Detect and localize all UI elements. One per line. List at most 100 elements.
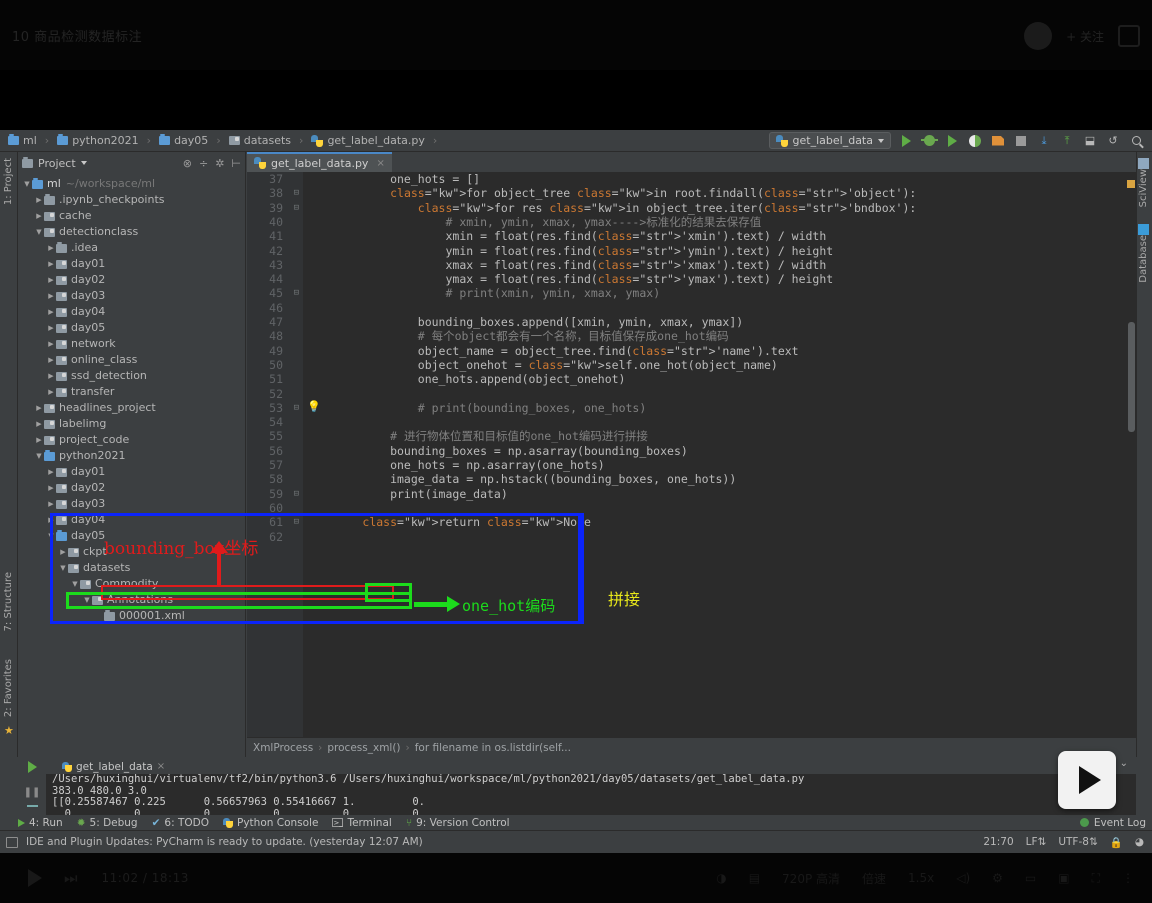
- tree-item-day04[interactable]: ▶ day04: [18, 304, 245, 320]
- speed-selector[interactable]: 倍速: [862, 870, 886, 887]
- tree-item-day05[interactable]: ▶ day05: [18, 320, 245, 336]
- tool-window-favorites[interactable]: 2: Favorites: [3, 659, 14, 717]
- notification-icon[interactable]: [6, 836, 18, 848]
- tree-item-annotations[interactable]: ▼ Annotations: [18, 592, 245, 608]
- more-icon[interactable]: ⋮: [1122, 871, 1134, 885]
- speed-value[interactable]: 1.5x: [908, 871, 934, 885]
- chevron-right-icon[interactable]: ▶: [46, 352, 56, 368]
- run-console-output[interactable]: /Users/huxinghui/virtualenv/tf2/bin/pyth…: [46, 774, 1136, 817]
- tree-item-online-class[interactable]: ▶ online_class: [18, 352, 245, 368]
- tree-item-000001-xml[interactable]: 000001.xml: [18, 608, 245, 624]
- danmaku-settings-icon[interactable]: ▤: [749, 871, 760, 885]
- chevron-right-icon[interactable]: ▶: [34, 192, 44, 208]
- run-dataflow-icon[interactable]: [990, 133, 1006, 149]
- web-fullscreen-icon[interactable]: ▣: [1058, 871, 1069, 885]
- tree-item-ssd-detection[interactable]: ▶ ssd_detection: [18, 368, 245, 384]
- chevron-down-icon[interactable]: ▼: [58, 560, 68, 576]
- status-item-todo[interactable]: ✔ 6: TODO: [152, 817, 209, 829]
- status-item-debug[interactable]: ✹ 5: Debug: [77, 817, 138, 829]
- code-text[interactable]: one_hots = [] class="kw">for object_tree…: [303, 172, 1136, 737]
- breadcrumb-item-day05[interactable]: day05 ›: [157, 134, 227, 147]
- tree-item-labelimg[interactable]: ▶ labelimg: [18, 416, 245, 432]
- chevron-right-icon[interactable]: ▶: [46, 480, 56, 496]
- video-play-overlay-button[interactable]: [1058, 751, 1116, 809]
- chevron-right-icon[interactable]: ▶: [34, 400, 44, 416]
- chevron-right-icon[interactable]: ▶: [46, 256, 56, 272]
- chevron-down-icon[interactable]: ▼: [34, 224, 44, 240]
- avatar[interactable]: [1024, 22, 1053, 50]
- tree-item-transfer[interactable]: ▶ transfer: [18, 384, 245, 400]
- settings-gear-icon[interactable]: ✲: [215, 157, 224, 170]
- chevron-down-icon[interactable]: ▼: [22, 176, 32, 192]
- encoding[interactable]: UTF-8⇅: [1058, 836, 1097, 848]
- status-item-python-console[interactable]: Python Console: [223, 817, 318, 829]
- code-fold-icon[interactable]: ⊟: [294, 286, 299, 300]
- tree-item-detectionclass[interactable]: ▼ detectionclass: [18, 224, 245, 240]
- code-viewport[interactable]: 37 38 ⊟ 39 ⊟ 40 41 42 43 44 45 ⊟ 46 47 48 49 50 51 52 53 ⊟ 54…: [247, 172, 1136, 737]
- chevron-right-icon[interactable]: ▶: [46, 272, 56, 288]
- tool-window-project[interactable]: 1: Project: [3, 158, 14, 205]
- tree-item-python2021[interactable]: ▼ python2021: [18, 448, 245, 464]
- tree-item-commodity[interactable]: ▼ Commodity: [18, 576, 245, 592]
- chevron-right-icon[interactable]: ▶: [46, 336, 56, 352]
- chevron-right-icon[interactable]: ▶: [46, 384, 56, 400]
- code-fold-icon[interactable]: ⊟: [294, 487, 299, 501]
- tree-item-ckpt[interactable]: ▶ ckpt: [18, 544, 245, 560]
- vcs-update-icon[interactable]: ⤓: [1036, 133, 1052, 149]
- tool-window-sciview[interactable]: SciView: [1138, 158, 1149, 207]
- breadcrumb-class[interactable]: XmlProcess: [253, 742, 313, 754]
- rerun-icon[interactable]: [27, 761, 37, 773]
- chevron-right-icon[interactable]: ▶: [34, 208, 44, 224]
- run-with-coverage-icon[interactable]: [944, 133, 960, 149]
- widescreen-icon[interactable]: ▭: [1025, 871, 1036, 885]
- chevron-right-icon[interactable]: ▶: [46, 368, 56, 384]
- run-configuration-selector[interactable]: get_label_data: [768, 132, 891, 149]
- intention-bulb-icon[interactable]: 💡: [307, 400, 321, 414]
- chevron-right-icon[interactable]: ▶: [46, 512, 56, 528]
- event-log-button[interactable]: Event Log: [1079, 817, 1152, 829]
- chevron-right-icon[interactable]: ▶: [46, 240, 56, 256]
- quality-selector[interactable]: 720P 高清: [782, 870, 840, 887]
- status-item-version-control[interactable]: ⑂ 9: Version Control: [406, 817, 510, 829]
- chevron-right-icon[interactable]: ▶: [58, 544, 68, 560]
- pause-icon[interactable]: ❚❚: [24, 787, 41, 798]
- search-everywhere-icon[interactable]: [1128, 133, 1144, 149]
- collapse-all-icon[interactable]: ⊗: [183, 157, 192, 170]
- tree-item-day01[interactable]: ▶ day01: [18, 256, 245, 272]
- lock-icon[interactable]: 🔒: [1110, 836, 1123, 849]
- vcs-push-icon[interactable]: ⬓: [1082, 133, 1098, 149]
- chevron-down-icon[interactable]: ▼: [70, 576, 80, 592]
- chevron-down-icon[interactable]: ▼: [46, 528, 56, 544]
- hide-icon[interactable]: ⌄: [1120, 758, 1128, 769]
- tree-item-project-code[interactable]: ▶ project_code: [18, 432, 245, 448]
- chevron-right-icon[interactable]: ▶: [46, 464, 56, 480]
- breadcrumb-item-ml[interactable]: ml ›: [6, 134, 55, 147]
- tree-item-day04[interactable]: ▶ day04: [18, 512, 245, 528]
- code-fold-icon[interactable]: ⊟: [294, 201, 299, 215]
- tool-window-structure[interactable]: 7: Structure: [3, 572, 14, 631]
- stop-icon[interactable]: [1013, 133, 1029, 149]
- status-message[interactable]: IDE and Plugin Updates: PyCharm is ready…: [26, 836, 423, 848]
- code-fold-icon[interactable]: ⊟: [294, 515, 299, 529]
- editor-scrollbar[interactable]: [1128, 322, 1135, 432]
- player-play-button[interactable]: [28, 869, 42, 887]
- status-item-terminal[interactable]: >_ Terminal: [332, 817, 392, 829]
- chevron-right-icon[interactable]: ▶: [46, 320, 56, 336]
- vcs-commit-icon[interactable]: ⤒: [1059, 133, 1075, 149]
- tree-item-day01[interactable]: ▶ day01: [18, 464, 245, 480]
- breadcrumb-statement[interactable]: for filename in os.listdir(self...: [415, 742, 571, 754]
- tree-item-day03[interactable]: ▶ day03: [18, 288, 245, 304]
- code-fold-icon[interactable]: ⊟: [294, 401, 299, 415]
- tree-item-day02[interactable]: ▶ day02: [18, 272, 245, 288]
- subscribe-button[interactable]: + 关注: [1066, 28, 1104, 45]
- tree-item-day02[interactable]: ▶ day02: [18, 480, 245, 496]
- tree-item-headlines-project[interactable]: ▶ headlines_project: [18, 400, 245, 416]
- line-separator[interactable]: LF⇅: [1026, 836, 1047, 848]
- debug-icon[interactable]: [920, 133, 938, 149]
- undo-icon[interactable]: ↺: [1105, 133, 1121, 149]
- editor-tab-get-label-data[interactable]: get_label_data.py ×: [247, 152, 392, 172]
- breadcrumb-method[interactable]: process_xml(): [327, 742, 400, 754]
- caret-position[interactable]: 21:70: [983, 836, 1013, 848]
- tree-item--ipynb-checkpoints[interactable]: ▶ .ipynb_checkpoints: [18, 192, 245, 208]
- run-icon[interactable]: [898, 133, 914, 149]
